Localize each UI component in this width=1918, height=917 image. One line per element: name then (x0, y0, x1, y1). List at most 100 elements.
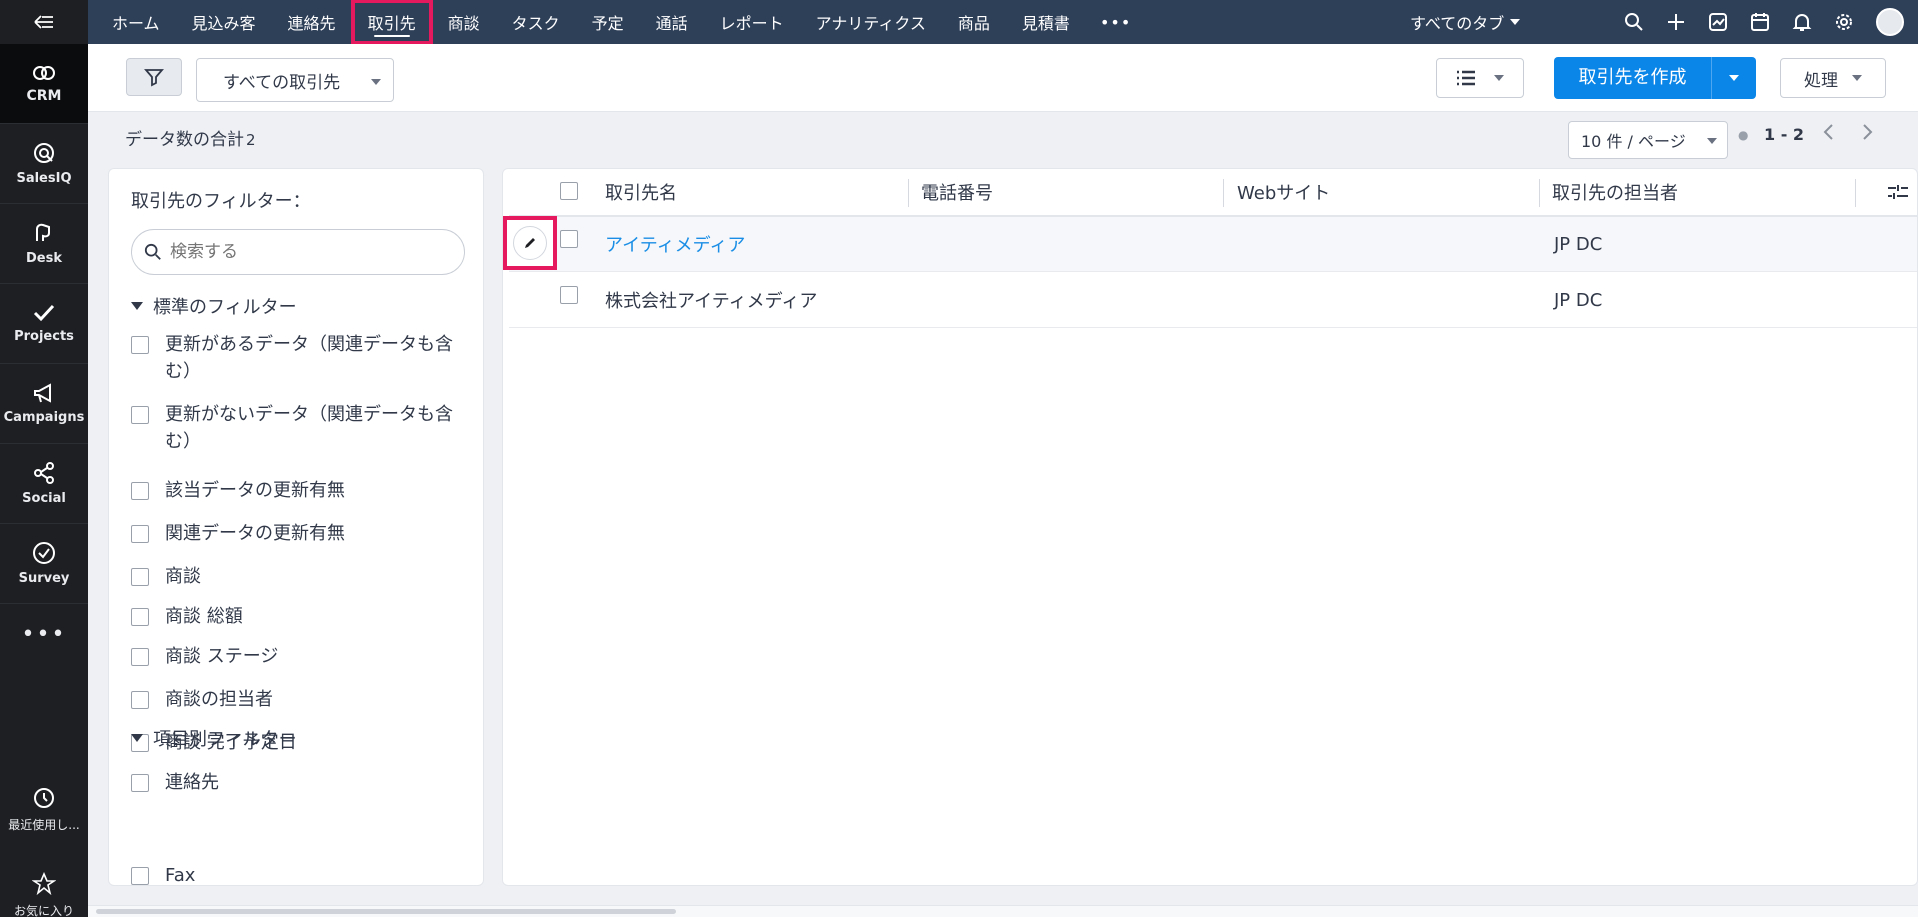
view-select[interactable]: すべての取引先 (196, 58, 394, 102)
create-options-button[interactable] (1712, 75, 1756, 81)
column-resizer[interactable] (1223, 179, 1224, 207)
account-name-link[interactable]: アイティメディア (605, 217, 745, 271)
filter-checkbox[interactable] (131, 774, 149, 792)
filter-option[interactable]: Fax (131, 862, 467, 885)
tab-10[interactable]: 商品 (942, 0, 1006, 44)
tab-3[interactable]: 取引先 (350, 0, 433, 45)
column-resizer[interactable] (1855, 179, 1856, 207)
chevron-down-icon (1494, 75, 1504, 81)
tab-2[interactable]: 連絡先 (272, 0, 352, 44)
create-account-label[interactable]: 取引先を作成 (1554, 57, 1712, 99)
filter-checkbox[interactable] (131, 406, 149, 424)
bell-icon[interactable] (1792, 12, 1812, 32)
tab-9[interactable]: アナリティクス (800, 0, 942, 44)
rail-item-social[interactable]: Social (0, 444, 88, 524)
signals-icon[interactable] (1708, 12, 1728, 32)
tab-8[interactable]: レポート (704, 0, 800, 44)
rail-item-projects[interactable]: Projects (0, 284, 88, 364)
rail-item-survey[interactable]: Survey (0, 524, 88, 604)
filter-checkbox[interactable] (131, 867, 149, 885)
app-rail: CRM SalesIQ Desk Projects Campaigns Soci… (0, 0, 88, 917)
more-tabs-button[interactable]: ••• (1086, 13, 1145, 32)
all-tabs-dropdown[interactable]: すべてのタブ (1410, 0, 1521, 44)
filter-option[interactable]: 連絡先 (131, 769, 467, 796)
avatar[interactable] (1876, 8, 1904, 36)
filter-option[interactable]: 更新がないデータ（関連データも含む） (131, 401, 467, 455)
filter-option[interactable]: 更新があるデータ（関連データも含む） (131, 331, 467, 385)
rail-item-campaigns[interactable]: Campaigns (0, 364, 88, 444)
rail-item-salesiq[interactable]: SalesIQ (0, 124, 88, 204)
top-nav: ホーム 見込み客 連絡先 取引先 商談 タスク 予定 通話 レポート アナリティクス 商品 見積書 •… (88, 0, 1918, 45)
rail-more-button[interactable]: ••• (0, 604, 88, 664)
filter-checkbox[interactable] (131, 568, 149, 586)
page-size-select[interactable]: 10 件 / ページ (1568, 121, 1728, 159)
filter-checkbox[interactable] (131, 482, 149, 500)
rail-item-crm[interactable]: CRM (0, 44, 88, 124)
row-checkbox[interactable] (560, 230, 578, 248)
rail-item-favorites[interactable]: お気に入り (0, 872, 88, 917)
tab-5[interactable]: タスク (496, 0, 576, 44)
rail-item-recent[interactable]: 最近使用し... (0, 786, 88, 833)
filter-option-label: 該当データの更新有無 (165, 480, 345, 501)
filter-option-label: 連絡先 (165, 772, 219, 793)
rail-item-desk[interactable]: Desk (0, 204, 88, 284)
chevron-down-icon (1729, 75, 1739, 81)
filter-option-label: 関連データの更新有無 (165, 523, 345, 544)
filter-checkbox[interactable] (131, 336, 149, 354)
filter-search[interactable] (131, 229, 465, 275)
filter-option[interactable]: 商談 総額 (131, 603, 467, 630)
field-filters-toggle[interactable]: 項目別フィルター (131, 725, 297, 751)
filter-option[interactable]: 商談 (131, 563, 467, 590)
rail-item-label: Social (22, 491, 66, 506)
tab-6[interactable]: 予定 (576, 0, 640, 44)
column-resizer[interactable] (1539, 179, 1540, 207)
filter-checkbox[interactable] (131, 691, 149, 709)
scrollbar-thumb[interactable] (96, 909, 676, 914)
tab-7[interactable]: 通話 (640, 0, 704, 44)
filter-checkbox[interactable] (131, 648, 149, 666)
select-all-checkbox[interactable] (560, 182, 578, 200)
account-name-cell[interactable]: 株式会社アイティメディア (605, 273, 817, 327)
row-edit-highlight (503, 216, 557, 270)
page-range: 1 - 2 (1764, 125, 1805, 144)
filter-option[interactable]: 該当データの更新有無 (131, 477, 467, 504)
module-tabs: ホーム 見込み客 連絡先 取引先 商談 タスク 予定 通話 レポート アナリティクス 商品 見積書 (96, 0, 1086, 45)
tab-0[interactable]: ホーム (96, 0, 176, 44)
column-settings-icon[interactable] (1887, 183, 1909, 206)
row-checkbox[interactable] (560, 286, 578, 304)
filter-toggle-button[interactable] (126, 58, 182, 96)
search-icon[interactable] (1624, 12, 1644, 32)
column-header-name[interactable]: 取引先名 (605, 169, 677, 215)
plus-icon[interactable] (1666, 12, 1686, 32)
tab-1[interactable]: 見込み客 (176, 0, 272, 44)
column-resizer[interactable] (908, 179, 909, 207)
filter-option[interactable]: 関連データの更新有無 (131, 520, 467, 547)
tab-11[interactable]: 見積書 (1006, 0, 1086, 44)
filter-search-input[interactable] (170, 242, 450, 262)
column-header-website[interactable]: Webサイト (1237, 169, 1330, 215)
create-account-button[interactable]: 取引先を作成 (1554, 57, 1756, 99)
gear-icon[interactable] (1834, 12, 1854, 32)
previous-page-button[interactable] (1822, 122, 1834, 146)
filter-checkbox[interactable] (131, 525, 149, 543)
campaigns-icon (34, 383, 51, 403)
next-page-button[interactable] (1862, 122, 1874, 146)
actions-button[interactable]: 処理 (1780, 58, 1886, 98)
filter-option[interactable]: 商談 ステージ (131, 643, 467, 670)
column-header-phone[interactable]: 電話番号 (921, 169, 993, 215)
standard-filters-toggle[interactable]: 標準のフィルター (131, 293, 297, 319)
table-row[interactable]: アイティメディア JP DC (509, 217, 1917, 272)
nav-icons (1624, 0, 1904, 44)
list-view-toggle[interactable] (1436, 58, 1524, 98)
edit-row-button[interactable] (513, 226, 547, 260)
filter-checkbox[interactable] (131, 608, 149, 626)
filter-icon (144, 69, 164, 87)
collapse-rail-button[interactable] (0, 0, 88, 44)
tab-4[interactable]: 商談 (432, 0, 496, 44)
page-size-value: 10 件 / ページ (1581, 132, 1686, 151)
horizontal-scrollbar[interactable] (88, 905, 1918, 917)
calendar-icon[interactable] (1750, 12, 1770, 32)
column-header-owner[interactable]: 取引先の担当者 (1552, 169, 1678, 215)
filter-option[interactable]: 商談の担当者 (131, 686, 467, 713)
table-row[interactable]: 株式会社アイティメディア JP DC (509, 273, 1917, 328)
